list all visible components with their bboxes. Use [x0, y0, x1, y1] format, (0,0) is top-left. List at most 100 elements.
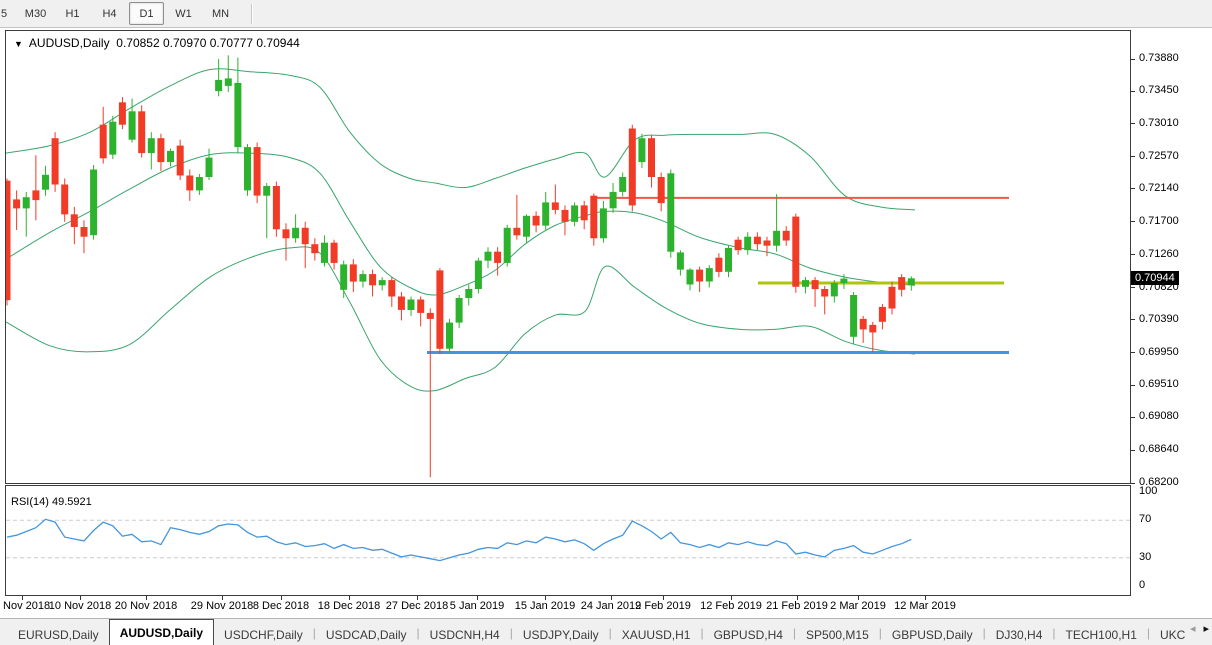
price-axis-label: 0.72140: [1139, 182, 1179, 194]
chart-dropdown-icon[interactable]: ▼: [14, 39, 23, 49]
chart-tab-ukc[interactable]: UKC: [1150, 624, 1185, 645]
candle-body: [629, 129, 636, 206]
timeframe-button-m30[interactable]: M30: [18, 2, 53, 25]
chart-tab-usdcnh[interactable]: USDCNH,H4: [420, 624, 510, 645]
candle-body: [475, 261, 482, 289]
candle-body: [359, 274, 366, 282]
timeframe-button-d1[interactable]: D1: [129, 2, 164, 25]
candle-body: [860, 319, 867, 330]
candle-body: [321, 243, 328, 263]
candle-body: [638, 138, 645, 162]
candle-body: [696, 270, 703, 282]
price-axis-tick: [1131, 123, 1135, 124]
chart-tab-eurusd[interactable]: EURUSD,Daily: [8, 624, 109, 645]
price-axis-label: 0.69080: [1139, 410, 1179, 422]
date-axis-label: 1 Nov 2018: [0, 600, 50, 612]
chart-tab-tech100[interactable]: TECH100,H1: [1056, 624, 1147, 645]
candle-body: [533, 216, 540, 226]
chart-tab-usdcad[interactable]: USDCAD,Daily: [316, 624, 417, 645]
candle-body: [908, 278, 915, 285]
candle-body: [398, 297, 405, 310]
date-axis-label: 10 Nov 2018: [49, 600, 111, 612]
candlestick-chart[interactable]: [6, 31, 1130, 483]
candle-body: [6, 181, 11, 301]
candle-body: [81, 227, 88, 237]
candle-body: [350, 264, 357, 281]
price-axis-tick: [1131, 417, 1135, 418]
candle-body: [283, 229, 290, 238]
candle-body: [869, 325, 876, 333]
date-axis-label: 8 Dec 2018: [253, 600, 309, 612]
timeframe-button-w1[interactable]: W1: [166, 2, 201, 25]
candle-body: [706, 268, 713, 281]
rsi-panel[interactable]: [5, 485, 1131, 596]
tab-scroll-left-icon[interactable]: ◂: [1190, 622, 1196, 635]
price-axis-label: 0.71700: [1139, 215, 1179, 227]
candle-body: [388, 280, 395, 296]
candle-body: [821, 289, 828, 297]
rsi-axis-label: 70: [1139, 513, 1151, 525]
candle-body: [504, 228, 511, 263]
candle-body: [61, 185, 68, 215]
timeframe-button-mn[interactable]: MN: [203, 2, 238, 25]
price-axis-tick: [1131, 352, 1135, 353]
candle-body: [369, 274, 376, 285]
candle-body: [109, 122, 116, 155]
price-chart-panel[interactable]: [5, 30, 1131, 484]
candle-body: [850, 295, 857, 337]
candle-body: [619, 177, 626, 192]
rsi-indicator-label: RSI(14) 49.5921: [11, 496, 92, 508]
candle-body: [485, 252, 492, 261]
rsi-name: RSI(14): [11, 496, 49, 508]
timeframe-button-5[interactable]: 5: [0, 2, 16, 25]
date-axis-label: 21 Feb 2019: [766, 600, 828, 612]
candle-body: [234, 83, 241, 147]
candle-body: [13, 199, 20, 208]
date-axis-label: 18 Dec 2018: [318, 600, 380, 612]
chart-tab-sp500[interactable]: SP500,M15: [796, 624, 879, 645]
candle-body: [465, 289, 472, 298]
candle-body: [456, 298, 463, 323]
price-axis-label: 0.72570: [1139, 150, 1179, 162]
candle-body: [23, 197, 30, 208]
candle-body: [446, 323, 453, 349]
chart-tab-audusd[interactable]: AUDUSD,Daily: [109, 619, 214, 645]
chart-tab-gbpusd[interactable]: GBPUSD,H4: [704, 624, 793, 645]
chart-tab-xauusd[interactable]: XAUUSD,H1: [612, 624, 701, 645]
candle-body: [129, 111, 136, 139]
chart-ohlc-values: 0.70852 0.70970 0.70777 0.70944: [116, 36, 300, 50]
candle-body: [225, 78, 232, 86]
candle-body: [177, 146, 184, 176]
candle-body: [802, 280, 809, 287]
candle-body: [417, 300, 424, 313]
tab-scroll-right-icon[interactable]: ▸: [1203, 622, 1209, 635]
candle-body: [90, 170, 97, 236]
candle-body: [783, 231, 790, 241]
date-axis-label: 29 Nov 2018: [191, 600, 253, 612]
candle-body: [725, 248, 732, 272]
candle-body: [610, 192, 617, 208]
candle-body: [263, 186, 270, 196]
date-axis-label: 5 Jan 2019: [450, 600, 504, 612]
price-axis-label: 0.68640: [1139, 443, 1179, 455]
timeframe-button-h4[interactable]: H4: [92, 2, 127, 25]
candle-body: [687, 270, 694, 285]
rsi-chart[interactable]: [6, 486, 1130, 595]
candle-body: [658, 177, 665, 203]
candle-body: [148, 138, 155, 153]
candle-body: [648, 138, 655, 177]
chart-tab-usdjpy[interactable]: USDJPY,Daily: [513, 624, 609, 645]
chart-tab-dj30[interactable]: DJ30,H4: [986, 624, 1053, 645]
timeframe-button-h1[interactable]: H1: [55, 2, 90, 25]
candle-body: [186, 176, 193, 191]
chart-tab-gbpusd[interactable]: GBPUSD,Daily: [882, 624, 983, 645]
candle-body: [408, 300, 415, 311]
price-axis-tick: [1131, 91, 1135, 92]
candle-body: [436, 270, 443, 348]
candle-body: [302, 228, 309, 244]
price-axis-label: 0.73010: [1139, 117, 1179, 129]
candle-body: [167, 151, 174, 162]
chart-tab-usdchf[interactable]: USDCHF,Daily: [214, 624, 313, 645]
price-axis-tick: [1131, 287, 1135, 288]
candle-body: [590, 196, 597, 239]
